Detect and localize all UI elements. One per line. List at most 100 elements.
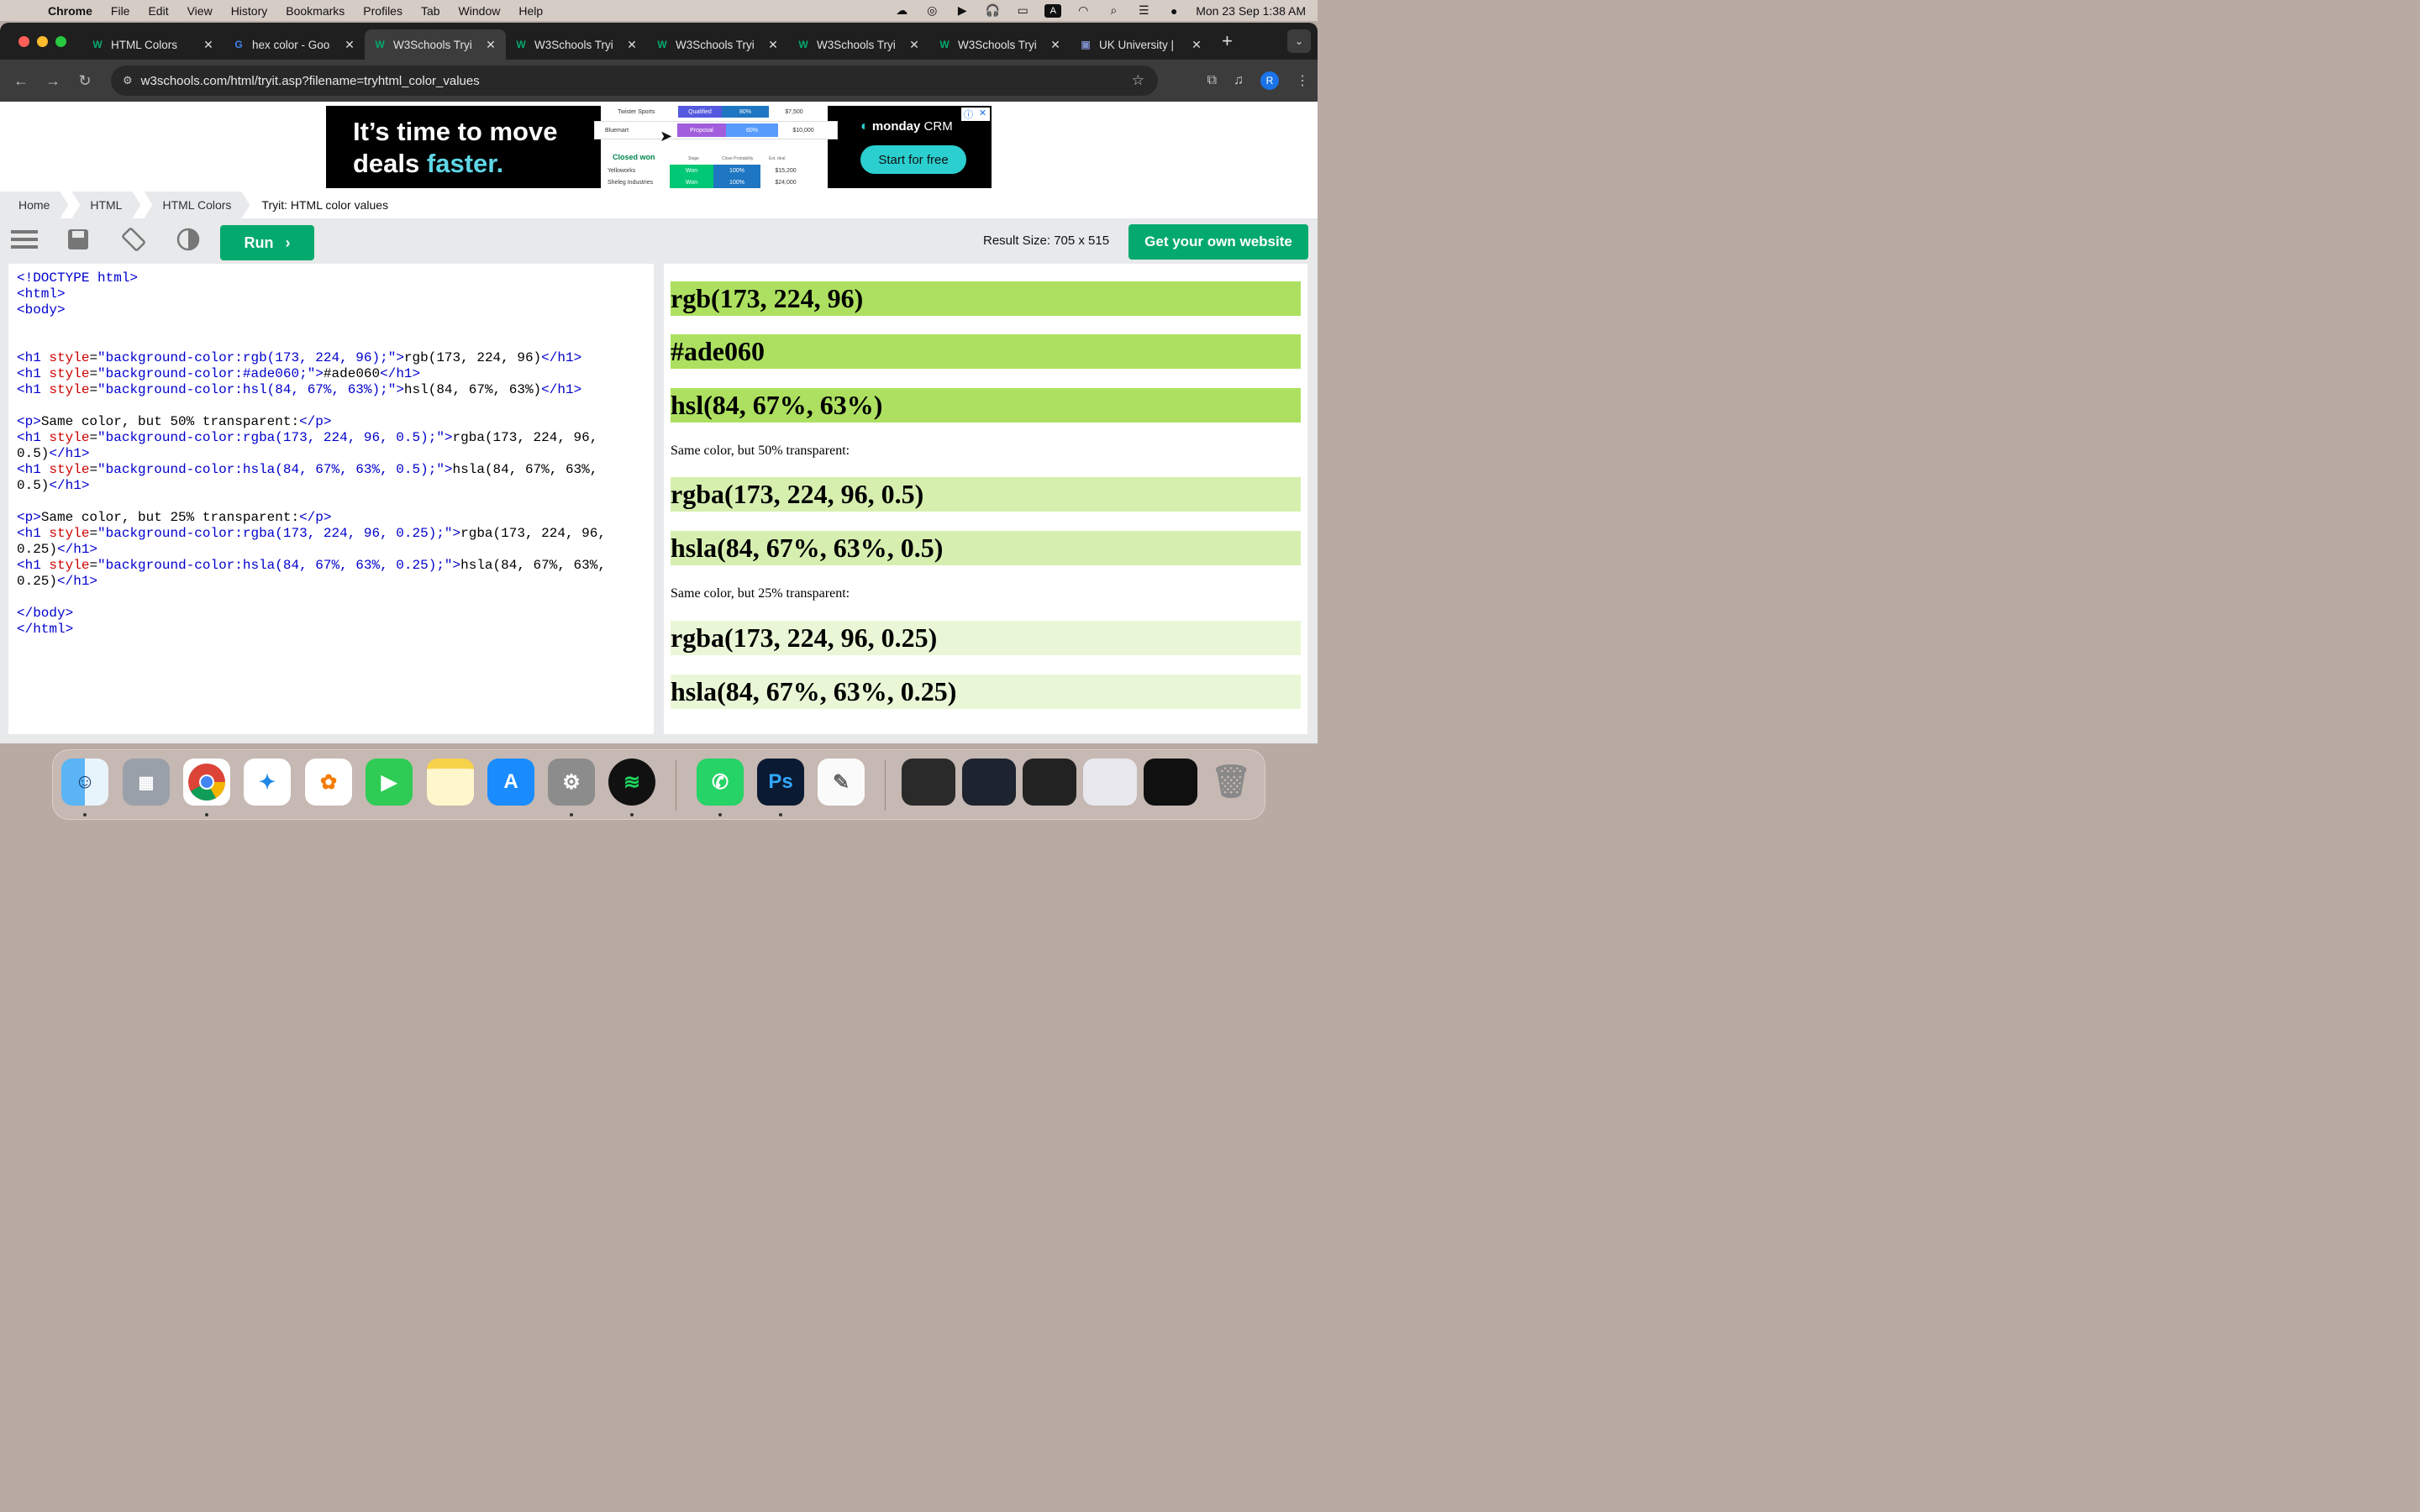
system-settings-icon[interactable]: ⚙ xyxy=(548,759,595,806)
tab-w3schools-tryit[interactable]: W W3Schools Tryi ✕ xyxy=(929,29,1071,60)
close-tab-icon[interactable]: ✕ xyxy=(343,38,356,52)
ad-close-icon[interactable]: ✕ xyxy=(976,108,990,121)
menu-help[interactable]: Help xyxy=(509,4,552,18)
menu-app-name[interactable]: Chrome xyxy=(39,4,102,18)
address-bar[interactable]: ⚙ w3schools.com/html/tryit.asp?filename=… xyxy=(111,66,1158,96)
chrome-icon[interactable] xyxy=(183,759,230,806)
chrome-menu-icon[interactable]: ⋮ xyxy=(1296,72,1309,89)
save-icon[interactable] xyxy=(64,227,92,252)
safari-icon[interactable]: ✦ xyxy=(244,759,291,806)
ad-choices[interactable]: ⓘ ✕ xyxy=(961,108,990,121)
tab-w3schools-tryit[interactable]: W W3Schools Tryi ✕ xyxy=(647,29,788,60)
minimized-window-thumbnail[interactable] xyxy=(902,759,955,806)
minimized-window-thumbnail[interactable] xyxy=(1144,759,1197,806)
bookmark-star-icon[interactable]: ☆ xyxy=(1132,72,1144,89)
menu-file[interactable]: File xyxy=(102,4,139,18)
close-tab-icon[interactable]: ✕ xyxy=(1049,38,1062,52)
tab-title: W3Schools Tryi xyxy=(534,38,613,51)
menu-window[interactable]: Window xyxy=(450,4,510,18)
new-tab-icon[interactable]: + xyxy=(1222,30,1233,52)
trash-icon[interactable]: 🗑 xyxy=(1207,759,1255,806)
close-tab-icon[interactable]: ✕ xyxy=(484,38,497,52)
running-indicator xyxy=(718,813,722,816)
launchpad-icon[interactable]: ▦ xyxy=(123,759,170,806)
rotate-orientation-icon[interactable] xyxy=(119,227,148,252)
hamburger-menu-icon[interactable] xyxy=(10,227,39,252)
tab-w3schools-tryit[interactable]: W W3Schools Tryi ✕ xyxy=(506,29,647,60)
notes-icon[interactable] xyxy=(427,759,474,806)
tab-search-chevron-icon[interactable]: ⌄ xyxy=(1287,29,1311,53)
headphones-icon[interactable]: 🎧 xyxy=(984,3,1001,18)
play-icon[interactable]: ▶ xyxy=(954,3,971,18)
breadcrumb-home[interactable]: Home xyxy=(0,192,68,218)
minimized-window-thumbnail[interactable] xyxy=(1083,759,1137,806)
media-controls-icon[interactable]: ♫ xyxy=(1234,73,1244,88)
tab-html-colors[interactable]: W HTML Colors ✕ xyxy=(82,29,224,60)
breadcrumb-html[interactable]: HTML xyxy=(71,192,140,218)
zoom-window-button[interactable] xyxy=(55,35,66,47)
siri-icon[interactable]: ● xyxy=(1165,4,1182,18)
dark-mode-toggle-icon[interactable] xyxy=(174,227,203,252)
menu-view[interactable]: View xyxy=(178,4,222,18)
code-editor[interactable]: <!DOCTYPE html> <html> <body> <h1 style=… xyxy=(8,264,654,734)
finder-icon[interactable]: ☺ xyxy=(61,759,108,806)
breadcrumb-html-colors[interactable]: HTML Colors xyxy=(144,192,250,218)
mock-deal: $15,200 xyxy=(775,167,797,174)
reload-icon[interactable]: ↻ xyxy=(69,72,101,90)
minimize-window-button[interactable] xyxy=(37,35,48,47)
tab-google-search[interactable]: G hex color - Goo ✕ xyxy=(224,29,365,60)
close-tab-icon[interactable]: ✕ xyxy=(908,38,921,52)
result-heading: hsla(84, 67%, 63%, 0.5) xyxy=(671,531,1301,565)
app-store-icon[interactable]: A xyxy=(487,759,534,806)
tab-w3schools-tryit-active[interactable]: W W3Schools Tryi ✕ xyxy=(365,29,506,60)
wifi-icon[interactable]: ◠ xyxy=(1075,3,1092,18)
textedit-icon[interactable]: ✎ xyxy=(818,759,865,806)
spotify-icon[interactable]: ≋ xyxy=(608,759,655,806)
creative-cloud-icon[interactable]: ☁ xyxy=(893,3,910,18)
ad-headline: It’s time to move deals faster. xyxy=(353,116,557,180)
mock-prob: 80% xyxy=(722,106,769,118)
browser-toolbar: ← → ↻ ⚙ w3schools.com/html/tryit.asp?fil… xyxy=(0,60,1318,102)
ad-banner[interactable]: It’s time to move deals faster. Twister … xyxy=(326,106,992,188)
tab-uk-university[interactable]: ▣ UK University | ✕ xyxy=(1071,29,1212,60)
tab-w3schools-tryit[interactable]: W W3Schools Tryi ✕ xyxy=(788,29,929,60)
airdrop-icon[interactable]: ◎ xyxy=(923,3,940,18)
control-center-icon[interactable]: ☰ xyxy=(1135,3,1152,18)
photoshop-icon[interactable]: Ps xyxy=(757,759,804,806)
photos-icon[interactable]: ✿ xyxy=(305,759,352,806)
minimized-window-thumbnail[interactable] xyxy=(1023,759,1076,806)
facetime-icon[interactable]: ▶ xyxy=(366,759,413,806)
close-tab-icon[interactable]: ✕ xyxy=(1190,38,1203,52)
menu-tab[interactable]: Tab xyxy=(412,4,450,18)
whatsapp-icon[interactable]: ✆ xyxy=(697,759,744,806)
keyboard-input-icon[interactable]: A xyxy=(1044,3,1062,18)
close-tab-icon[interactable]: ✕ xyxy=(202,38,215,52)
ad-info-icon[interactable]: ⓘ xyxy=(961,108,976,121)
minimized-window-thumbnail[interactable] xyxy=(962,759,1016,806)
mock-stage: Proposal xyxy=(677,123,726,137)
menu-profiles[interactable]: Profiles xyxy=(354,4,412,18)
result-heading: hsla(84, 67%, 63%, 0.25) xyxy=(671,675,1301,709)
menu-edit[interactable]: Edit xyxy=(139,4,177,18)
close-window-button[interactable] xyxy=(18,35,29,47)
url-text[interactable]: w3schools.com/html/tryit.asp?filename=tr… xyxy=(141,74,480,88)
mock-header: Stage xyxy=(688,156,700,161)
menu-clock[interactable]: Mon 23 Sep 1:38 AM xyxy=(1196,4,1306,18)
running-indicator xyxy=(570,813,573,816)
menu-bookmarks[interactable]: Bookmarks xyxy=(276,4,354,18)
back-icon[interactable]: ← xyxy=(5,72,37,90)
menu-history[interactable]: History xyxy=(222,4,277,18)
close-tab-icon[interactable]: ✕ xyxy=(625,38,639,52)
forward-icon[interactable]: → xyxy=(37,72,69,90)
site-info-icon[interactable]: ⚙ xyxy=(123,74,133,87)
close-tab-icon[interactable]: ✕ xyxy=(766,38,780,52)
run-button[interactable]: Run › xyxy=(220,225,314,260)
get-own-website-button[interactable]: Get your own website xyxy=(1128,224,1308,260)
tab-title: W3Schools Tryi xyxy=(958,38,1037,51)
extensions-icon[interactable]: ⧉ xyxy=(1207,73,1217,88)
battery-icon[interactable]: ▭ xyxy=(1014,3,1031,18)
search-icon[interactable]: ⌕ xyxy=(1105,3,1122,18)
running-indicator xyxy=(779,813,782,816)
ad-start-free-button[interactable]: Start for free xyxy=(860,145,966,174)
profile-avatar[interactable]: R xyxy=(1260,71,1279,90)
